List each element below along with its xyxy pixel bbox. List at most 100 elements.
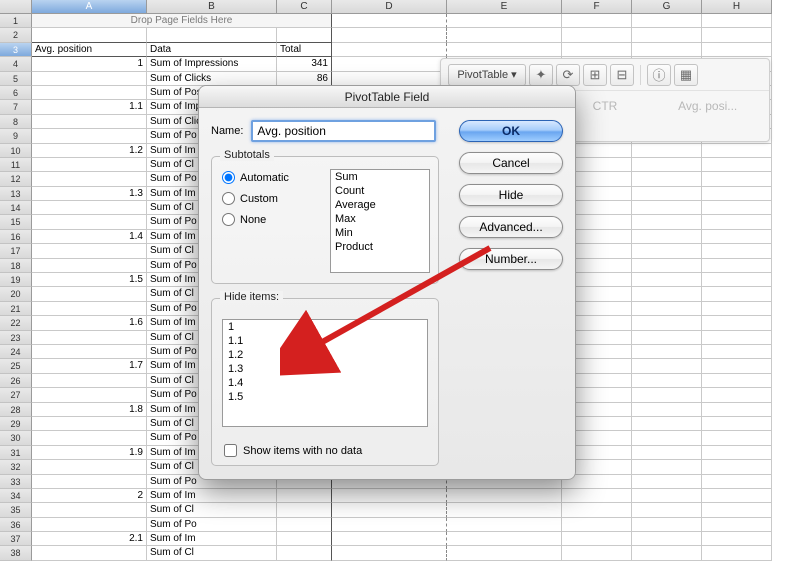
cell[interactable] [632, 14, 702, 28]
cell[interactable] [702, 230, 772, 244]
cell[interactable] [332, 72, 447, 86]
cell[interactable]: Sum of Cl [147, 546, 277, 560]
radio-custom[interactable]: Custom [222, 192, 289, 205]
row-header[interactable]: 9 [0, 129, 32, 143]
cell[interactable] [32, 388, 147, 402]
cell[interactable]: 341 [277, 57, 332, 71]
cell[interactable] [447, 14, 562, 28]
cell[interactable] [277, 518, 332, 532]
cell[interactable]: 1.4 [32, 230, 147, 244]
cell[interactable] [702, 28, 772, 42]
row-header[interactable]: 28 [0, 403, 32, 417]
cell[interactable] [32, 518, 147, 532]
hide-button[interactable]: Hide [459, 184, 563, 206]
cell[interactable]: Sum of Po [147, 518, 277, 532]
cell[interactable] [702, 359, 772, 373]
cell[interactable]: Sum of Clicks [147, 72, 277, 86]
row-header[interactable]: 24 [0, 345, 32, 359]
row-header[interactable]: 25 [0, 359, 32, 373]
field-slot-avgpos[interactable]: Avg. posi... [656, 99, 759, 113]
cell[interactable] [632, 359, 702, 373]
cell[interactable] [277, 532, 332, 546]
cell[interactable]: Sum of Impressions [147, 57, 277, 71]
cell[interactable] [562, 489, 632, 503]
row-header[interactable]: 30 [0, 431, 32, 445]
cell[interactable] [632, 503, 702, 517]
cell[interactable] [277, 503, 332, 517]
cell[interactable] [562, 532, 632, 546]
cell[interactable] [632, 172, 702, 186]
col-header-G[interactable]: G [632, 0, 702, 14]
hide-item-option[interactable]: 1.4 [223, 376, 427, 390]
cell[interactable]: 1 [32, 57, 147, 71]
cell[interactable] [32, 215, 147, 229]
hide-item-option[interactable]: 1 [223, 320, 427, 334]
row-header[interactable]: 3 [0, 43, 32, 57]
cell[interactable] [447, 489, 562, 503]
cell[interactable] [702, 489, 772, 503]
cell[interactable] [632, 446, 702, 460]
hide-item-option[interactable]: 1.2 [223, 348, 427, 362]
cell[interactable]: 86 [277, 72, 332, 86]
cell[interactable] [702, 273, 772, 287]
add-field-icon[interactable]: ⊞ [583, 64, 607, 86]
cell[interactable] [277, 489, 332, 503]
row-header[interactable]: 12 [0, 172, 32, 186]
cell[interactable] [277, 28, 332, 42]
cell[interactable] [32, 72, 147, 86]
radio-automatic[interactable]: Automatic [222, 171, 289, 184]
row-header[interactable]: 15 [0, 215, 32, 229]
function-list[interactable]: SumCountAverageMaxMinProduct [330, 169, 430, 273]
cell[interactable] [32, 172, 147, 186]
hide-item-option[interactable]: 1.5 [223, 390, 427, 404]
cell[interactable] [702, 388, 772, 402]
wizard-icon[interactable]: ✦ [529, 64, 553, 86]
cell[interactable]: 2.1 [32, 532, 147, 546]
row-header[interactable]: 36 [0, 518, 32, 532]
cell[interactable] [632, 43, 702, 57]
refresh-icon[interactable]: ⟳ [556, 64, 580, 86]
cell[interactable] [702, 172, 772, 186]
cell[interactable] [32, 345, 147, 359]
cell[interactable]: Sum of Cl [147, 503, 277, 517]
cell[interactable] [332, 489, 447, 503]
cell[interactable] [447, 518, 562, 532]
cell[interactable] [562, 503, 632, 517]
cell[interactable] [702, 244, 772, 258]
cell[interactable] [332, 28, 447, 42]
row-header[interactable]: 7 [0, 100, 32, 114]
row-header[interactable]: 34 [0, 489, 32, 503]
cell[interactable] [632, 287, 702, 301]
cell[interactable] [702, 503, 772, 517]
cell[interactable] [32, 302, 147, 316]
function-option[interactable]: Count [331, 184, 429, 198]
cell[interactable]: 1.7 [32, 359, 147, 373]
show-items-no-data[interactable]: Show items with no data [224, 444, 362, 457]
cell[interactable] [32, 259, 147, 273]
cell[interactable] [632, 187, 702, 201]
cell[interactable] [32, 115, 147, 129]
cell[interactable]: 1.2 [32, 144, 147, 158]
page-fields-dropzone[interactable]: Drop Page Fields Here [32, 14, 332, 28]
cell[interactable]: Sum of Im [147, 532, 277, 546]
row-header[interactable]: 14 [0, 201, 32, 215]
cell[interactable]: 1.1 [32, 100, 147, 114]
cell[interactable] [702, 446, 772, 460]
cell[interactable] [702, 518, 772, 532]
cell[interactable] [32, 503, 147, 517]
cell[interactable] [32, 86, 147, 100]
cell[interactable] [702, 374, 772, 388]
cell[interactable] [702, 331, 772, 345]
cell[interactable] [562, 546, 632, 560]
cell[interactable] [332, 503, 447, 517]
cell[interactable] [32, 546, 147, 560]
cell[interactable] [632, 230, 702, 244]
cell[interactable]: 1.9 [32, 446, 147, 460]
row-header[interactable]: 27 [0, 388, 32, 402]
row-header[interactable]: 29 [0, 417, 32, 431]
cell[interactable]: 1.8 [32, 403, 147, 417]
cell[interactable] [632, 546, 702, 560]
number-button[interactable]: Number... [459, 248, 563, 270]
row-header[interactable]: 38 [0, 546, 32, 560]
cell[interactable] [702, 14, 772, 28]
